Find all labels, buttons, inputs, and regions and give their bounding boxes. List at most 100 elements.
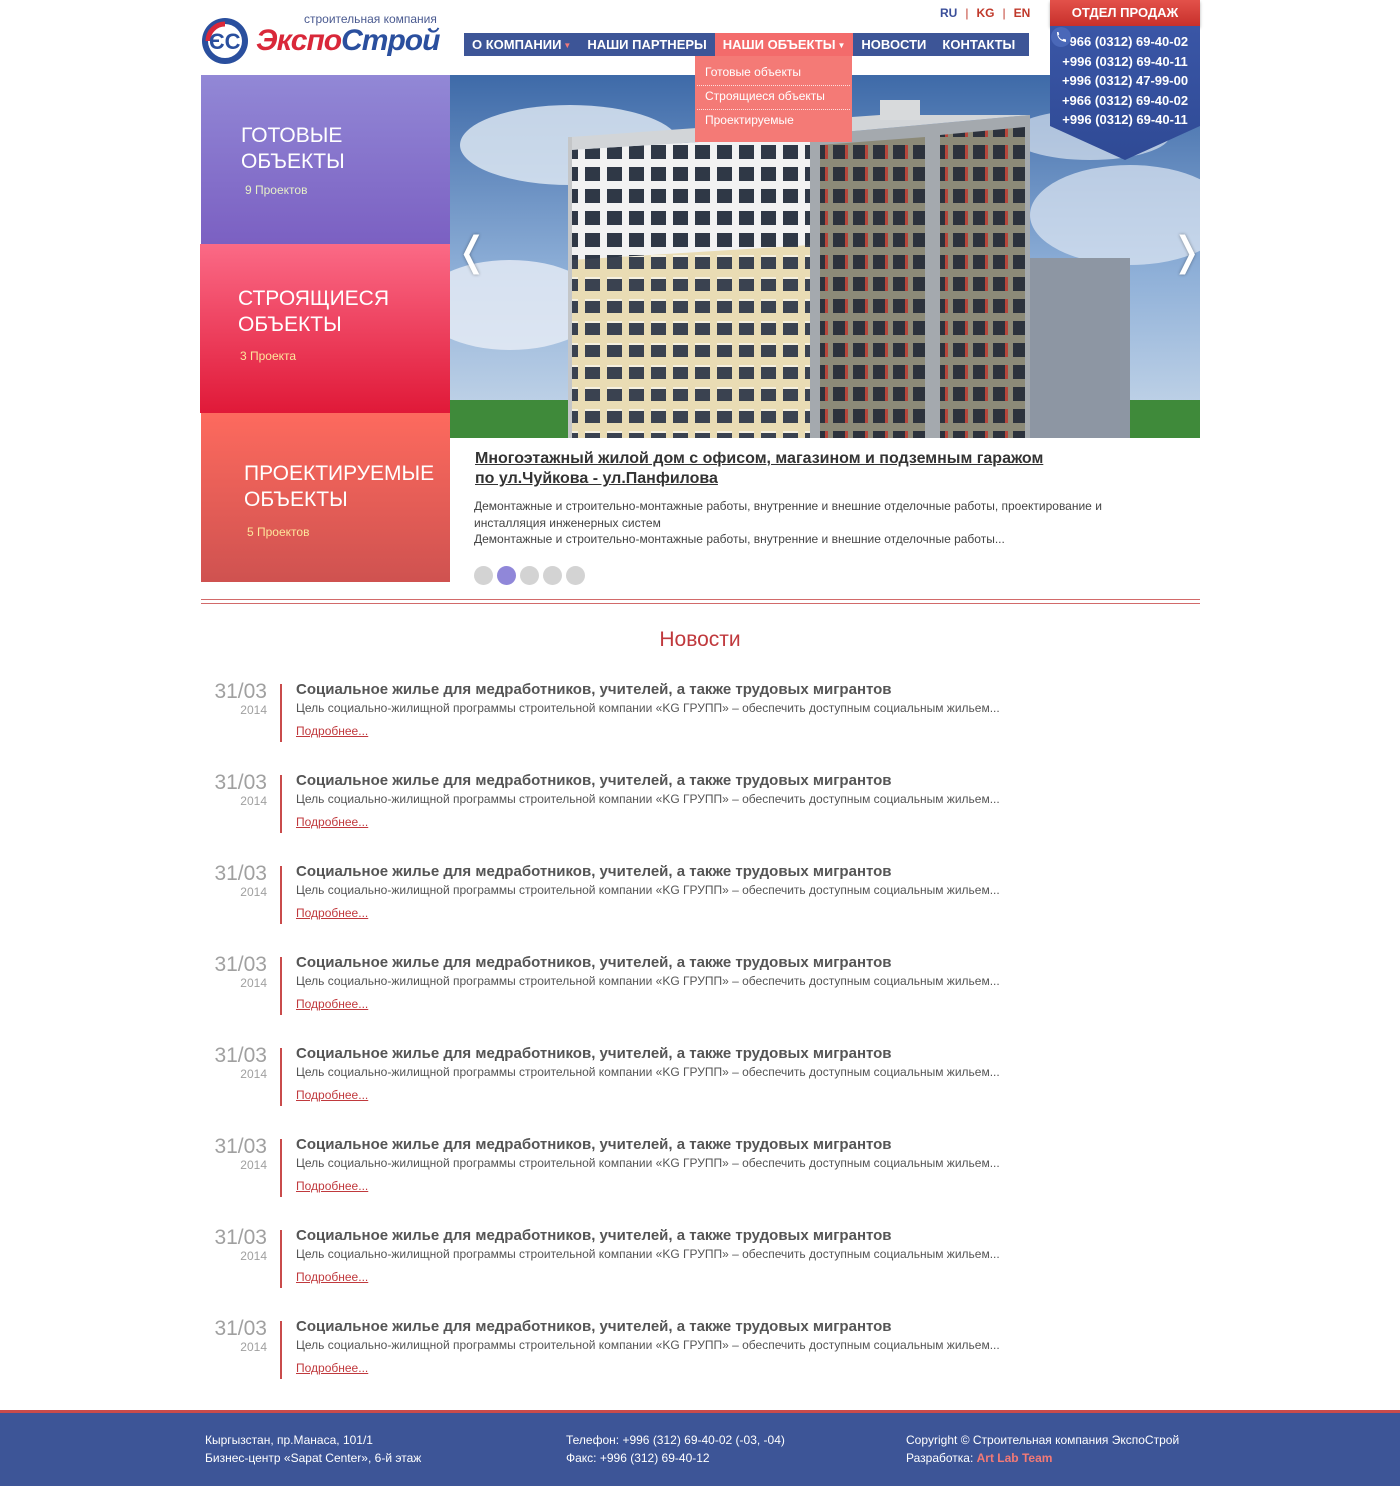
footer-address-line: Кыргызстан, пр.Манаса, 101/1 (205, 1433, 373, 1447)
news-accent-bar (280, 1139, 282, 1197)
news-title[interactable]: Социальное жилье для медработников, учит… (296, 863, 892, 880)
dropdown-item-under-construction[interactable]: Строящиеся объекты (697, 86, 850, 110)
nav-about[interactable]: О КОМПАНИИ ▼ (464, 33, 579, 56)
news-date: 31/03 2014 (214, 862, 267, 900)
tile-count: 5 Проектов (247, 525, 310, 539)
section-divider (201, 599, 1200, 604)
news-read-more-link[interactable]: Подробнее... (296, 1088, 368, 1102)
news-list: 31/03 2014 Социальное жилье для медработн… (201, 681, 1200, 1409)
news-read-more-link[interactable]: Подробнее... (296, 1270, 368, 1284)
sales-title: ОТДЕЛ ПРОДАЖ (1050, 0, 1200, 26)
slide-description: Демонтажные и строительно-монтажные рабо… (474, 499, 1102, 546)
dropdown-item-planned[interactable]: Проектируемые (697, 110, 850, 134)
copyright-text: Copyright © Строительная компания ЭкспоС… (906, 1433, 1180, 1447)
lang-en[interactable]: EN (1014, 6, 1031, 20)
sales-phone[interactable]: +966 (0312) 69-40-02 (1050, 91, 1200, 111)
tile-count: 3 Проекта (240, 349, 297, 363)
sales-phone[interactable]: +996 (0312) 47-99-00 (1050, 71, 1200, 91)
sales-phone[interactable]: +966 (0312) 69-40-02 (1050, 32, 1200, 52)
sales-phone[interactable]: +996 (0312) 69-40-11 (1050, 110, 1200, 130)
news-item: 31/03 2014 Социальное жилье для медработн… (201, 681, 1200, 772)
footer-copyright: Copyright © Строительная компания ЭкспоС… (906, 1431, 1179, 1467)
tile-count: 9 Проектов (245, 183, 308, 197)
language-switcher: RU | KG | EN (940, 6, 1031, 20)
sales-phone[interactable]: +996 (0312) 69-40-11 (1050, 52, 1200, 72)
logo[interactable]: строительная компания ЄС ЭкспоСтрой (200, 12, 445, 68)
slider-dot[interactable] (543, 566, 562, 585)
dropdown-caret-icon: ▼ (563, 41, 572, 50)
news-read-more-link[interactable]: Подробнее... (296, 1361, 368, 1375)
news-read-more-link[interactable]: Подробнее... (296, 906, 368, 920)
tile-title: ПРОЕКТИРУЕМЫЕ ОБЪЕКТЫ (244, 462, 435, 511)
news-accent-bar (280, 1230, 282, 1288)
footer: Кыргызстан, пр.Манаса, 101/1 Бизнес-цент… (0, 1410, 1400, 1486)
tile-title: СТРОЯЩИЕСЯ ОБЪЕКТЫ (238, 287, 389, 336)
news-excerpt: Цель социально-жилищной программы строит… (296, 883, 1000, 897)
news-excerpt: Цель социально-жилищной программы строит… (296, 1156, 1000, 1170)
news-title[interactable]: Социальное жилье для медработников, учит… (296, 954, 892, 971)
news-item: 31/03 2014 Социальное жилье для медработн… (201, 863, 1200, 954)
news-accent-bar (280, 775, 282, 833)
footer-address-line: Бизнес-центр «Sapat Center», 6-й этаж (205, 1451, 422, 1465)
news-read-more-link[interactable]: Подробнее... (296, 1179, 368, 1193)
footer-address: Кыргызстан, пр.Манаса, 101/1 Бизнес-цент… (205, 1431, 421, 1467)
svg-text:ЄС: ЄС (209, 29, 241, 54)
news-item: 31/03 2014 Социальное жилье для медработн… (201, 1136, 1200, 1227)
news-item: 31/03 2014 Социальное жилье для медработн… (201, 1227, 1200, 1318)
slider-prev-arrow-icon[interactable]: ❬ (455, 232, 489, 272)
news-accent-bar (280, 684, 282, 742)
news-title[interactable]: Социальное жилье для медработников, учит… (296, 1227, 892, 1244)
news-excerpt: Цель социально-жилищной программы строит… (296, 701, 1000, 715)
news-accent-bar (280, 1321, 282, 1379)
developer-label: Разработка: (906, 1451, 974, 1465)
slider-pagination (474, 566, 585, 585)
slider-dot[interactable] (566, 566, 585, 585)
news-title[interactable]: Социальное жилье для медработников, учит… (296, 1136, 892, 1153)
category-tile-ready[interactable]: ГОТОВЫЕ ОБЪЕКТЫ 9 Проектов (201, 75, 450, 244)
nav-objects[interactable]: НАШИ ОБЪЕКТЫ ▼ (714, 33, 854, 56)
developer-link[interactable]: Art Lab Team (977, 1451, 1053, 1465)
news-item: 31/03 2014 Социальное жилье для медработн… (201, 772, 1200, 863)
news-excerpt: Цель социально-жилищной программы строит… (296, 792, 1000, 806)
news-title[interactable]: Социальное жилье для медработников, учит… (296, 1045, 892, 1062)
news-accent-bar (280, 866, 282, 924)
news-date: 31/03 2014 (214, 953, 267, 991)
sales-phone-list: +966 (0312) 69-40-02 +996 (0312) 69-40-1… (1050, 32, 1200, 130)
slide-title[interactable]: Многоэтажный жилой дом с офисом, магазин… (475, 449, 1115, 489)
news-title[interactable]: Социальное жилье для медработников, учит… (296, 772, 892, 789)
news-item: 31/03 2014 Социальное жилье для медработн… (201, 1318, 1200, 1409)
slider-dot-active[interactable] (497, 566, 516, 585)
dropdown-item-ready[interactable]: Готовые объекты (697, 62, 850, 86)
slider-next-arrow-icon[interactable]: ❭ (1170, 232, 1204, 272)
news-read-more-link[interactable]: Подробнее... (296, 997, 368, 1011)
logo-mark-icon: ЄС (202, 18, 248, 64)
category-tile-planned[interactable]: ПРОЕКТИРУЕМЫЕ ОБЪЕКТЫ 5 Проектов (201, 413, 450, 582)
news-date: 31/03 2014 (214, 771, 267, 809)
news-accent-bar (280, 957, 282, 1015)
dropdown-caret-icon: ▼ (837, 41, 846, 50)
news-title[interactable]: Социальное жилье для медработников, учит… (296, 1318, 892, 1335)
nav-contacts[interactable]: КОНТАКТЫ (934, 33, 1023, 56)
objects-dropdown-menu: Готовые объекты Строящиеся объекты Проек… (695, 56, 852, 142)
news-date: 31/03 2014 (214, 1226, 267, 1264)
sales-department-panel: ОТДЕЛ ПРОДАЖ +966 (0312) 69-40-02 +996 (… (1050, 0, 1200, 160)
news-accent-bar (280, 1048, 282, 1106)
slider-dot[interactable] (520, 566, 539, 585)
news-excerpt: Цель социально-жилищной программы строит… (296, 1065, 1000, 1079)
news-excerpt: Цель социально-жилищной программы строит… (296, 1247, 1000, 1261)
news-read-more-link[interactable]: Подробнее... (296, 815, 368, 829)
slider-dot[interactable] (474, 566, 493, 585)
nav-partners[interactable]: НАШИ ПАРТНЕРЫ (579, 33, 714, 56)
news-heading: Новости (659, 628, 741, 651)
news-excerpt: Цель социально-жилищной программы строит… (296, 1338, 1000, 1352)
lang-ru[interactable]: RU (940, 6, 957, 20)
news-title[interactable]: Социальное жилье для медработников, учит… (296, 681, 892, 698)
category-tile-under-construction[interactable]: СТРОЯЩИЕСЯ ОБЪЕКТЫ 3 Проекта (200, 244, 450, 413)
nav-news[interactable]: НОВОСТИ (853, 33, 934, 56)
lang-kg[interactable]: KG (976, 6, 994, 20)
news-read-more-link[interactable]: Подробнее... (296, 724, 368, 738)
phone-icon[interactable] (1050, 26, 1072, 48)
news-item: 31/03 2014 Социальное жилье для медработн… (201, 1045, 1200, 1136)
logo-name: ЭкспоСтрой (256, 24, 440, 57)
main-nav: О КОМПАНИИ ▼ НАШИ ПАРТНЕРЫ НАШИ ОБЪЕКТЫ ▼ … (464, 33, 1077, 56)
